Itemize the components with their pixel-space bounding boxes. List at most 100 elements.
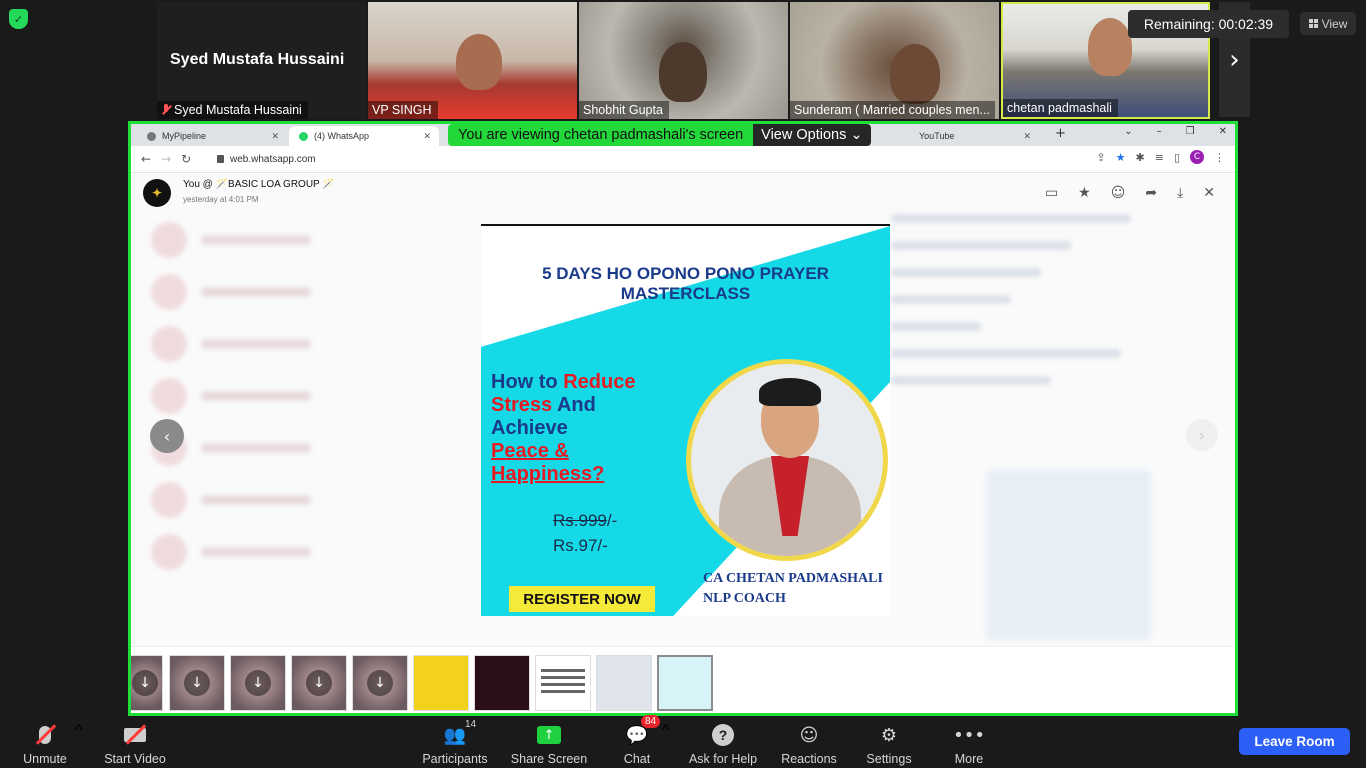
old-price-suffix: /- bbox=[606, 511, 618, 530]
bookmark-star-icon[interactable]: ★ bbox=[1116, 151, 1126, 164]
new-tab-icon[interactable]: + bbox=[1055, 126, 1066, 141]
minimize-icon[interactable]: – bbox=[1157, 126, 1162, 137]
unmute-button[interactable]: Unmute bbox=[20, 720, 70, 766]
chat-icon: 💬 84 bbox=[623, 715, 661, 747]
chat-button[interactable]: 💬 84 Chat bbox=[614, 715, 661, 766]
participant-tile[interactable]: Shobhit Gupta bbox=[579, 2, 788, 119]
close-window-icon[interactable]: ✕ bbox=[1219, 126, 1227, 137]
browser-tab-active[interactable]: (4) WhatsApp ✕ bbox=[289, 126, 439, 146]
shield-check-icon[interactable]: ✓ bbox=[9, 9, 28, 29]
more-button[interactable]: ••• More bbox=[946, 720, 992, 767]
participants-icon: 👥 14 bbox=[443, 719, 477, 746]
media-thumbnail[interactable] bbox=[474, 655, 530, 711]
forward-icon[interactable]: ➦ bbox=[1145, 185, 1157, 201]
back-icon[interactable]: ← bbox=[141, 152, 151, 166]
ask-for-help-button[interactable]: ? Ask for Help bbox=[686, 720, 760, 766]
reload-icon[interactable]: ↻ bbox=[181, 152, 191, 166]
group-avatar[interactable]: ✦ bbox=[143, 179, 171, 207]
next-media-button[interactable]: › bbox=[1186, 419, 1218, 451]
browser-address-bar: ← → ↻ web.whatsapp.com ⇪ ★ ✱ ≡ ▯ C ⋮ bbox=[131, 146, 1235, 173]
headline-text: And bbox=[552, 394, 596, 416]
go-to-message-icon[interactable]: ▭ bbox=[1045, 185, 1058, 201]
media-thumbnail-selected[interactable] bbox=[657, 655, 713, 711]
media-thumbnail[interactable]: ↓ bbox=[352, 655, 408, 711]
leave-room-button[interactable]: Leave Room bbox=[1239, 728, 1350, 755]
share-page-icon[interactable]: ⇪ bbox=[1096, 151, 1105, 164]
media-thumbnail[interactable] bbox=[535, 655, 591, 711]
participant-tile[interactable]: Sunderam ( Married couples men... bbox=[790, 2, 999, 119]
participant-face bbox=[659, 42, 707, 102]
url-field[interactable]: web.whatsapp.com bbox=[217, 150, 316, 168]
chevron-right-icon: › bbox=[1198, 425, 1206, 445]
reading-list-icon[interactable]: ≡ bbox=[1155, 151, 1164, 164]
star-icon[interactable]: ★ bbox=[1078, 185, 1091, 201]
browser-tab[interactable]: YouTube ✕ bbox=[909, 126, 1039, 146]
headline-text: How to bbox=[491, 371, 564, 393]
chevron-up-icon[interactable]: ^ bbox=[75, 722, 83, 740]
share-screen-label: Share Screen bbox=[510, 752, 588, 766]
participant-tile[interactable]: VP SINGH bbox=[368, 2, 577, 119]
media-thumbnail[interactable]: ↓ bbox=[131, 655, 163, 711]
media-thumbnail[interactable] bbox=[596, 655, 652, 711]
nav-buttons: ← → ↻ bbox=[141, 152, 191, 166]
chevron-down-icon[interactable]: ⌄ bbox=[1124, 126, 1132, 137]
previous-media-button[interactable]: ‹ bbox=[150, 419, 184, 453]
share-screen-button[interactable]: ↑ Share Screen bbox=[510, 720, 588, 766]
settings-button[interactable]: ⚙ Settings bbox=[860, 720, 918, 767]
start-video-button[interactable]: Start Video bbox=[100, 720, 170, 766]
browser-tab[interactable]: MyPipeline ✕ bbox=[137, 126, 287, 146]
blurred-chat-list bbox=[151, 214, 451, 578]
poster-image[interactable]: 5 DAYS HO OPONO PONO PRAYER MASTERCLASS … bbox=[481, 224, 890, 616]
media-thumbnail[interactable]: ↓ bbox=[230, 655, 286, 711]
participants-count: 14 bbox=[465, 719, 477, 730]
download-icon[interactable]: ⤓ bbox=[1177, 185, 1183, 201]
view-button[interactable]: View bbox=[1300, 12, 1356, 35]
media-thumbnail[interactable]: ↓ bbox=[291, 655, 347, 711]
kebab-menu-icon[interactable]: ⋮ bbox=[1214, 151, 1225, 164]
help-label: Ask for Help bbox=[688, 752, 758, 766]
close-icon[interactable]: ✕ bbox=[1203, 185, 1215, 201]
profile-avatar[interactable]: C bbox=[1190, 150, 1204, 164]
new-price: Rs.97/- bbox=[553, 536, 608, 555]
tab-label: (4) WhatsApp bbox=[314, 131, 370, 141]
participant-tile[interactable]: Syed Mustafa Hussaini Syed Mustafa Hussa… bbox=[157, 2, 366, 119]
participant-name: chetan padmashali bbox=[1007, 101, 1112, 115]
chevron-up-icon[interactable]: ^ bbox=[662, 722, 670, 740]
participants-button[interactable]: 👥 14 Participants bbox=[420, 719, 490, 766]
gallery-strip: Syed Mustafa Hussaini Syed Mustafa Hussa… bbox=[157, 2, 1210, 119]
whatsapp-icon bbox=[299, 131, 308, 141]
close-icon[interactable]: ✕ bbox=[1023, 131, 1031, 142]
close-icon[interactable]: ✕ bbox=[271, 131, 279, 142]
view-options-button[interactable]: View Options ⌄ bbox=[753, 124, 871, 146]
view-options-label: View Options bbox=[761, 127, 847, 143]
shared-screen: MyPipeline ✕ (4) WhatsApp ✕ YouTube ✕ + … bbox=[128, 121, 1238, 716]
gear-icon bbox=[147, 131, 156, 141]
participant-face bbox=[456, 34, 502, 90]
close-icon[interactable]: ✕ bbox=[423, 131, 431, 142]
window-controls: ⌄ – ❐ ✕ bbox=[1124, 126, 1227, 137]
restore-icon[interactable]: ❐ bbox=[1186, 126, 1195, 137]
media-viewer-tools: ▭ ★ ☺ ➦ ⤓ ✕ bbox=[1045, 185, 1215, 201]
forward-icon[interactable]: → bbox=[161, 152, 171, 166]
register-now-banner: REGISTER NOW bbox=[509, 586, 655, 612]
coach-caption: CA CHETAN PADMASHALI NLP COACH bbox=[703, 569, 883, 609]
participant-face bbox=[1088, 18, 1132, 76]
side-panel-icon[interactable]: ▯ bbox=[1174, 151, 1180, 164]
chevron-left-icon: ‹ bbox=[163, 426, 171, 446]
reactions-icon: ☺ bbox=[799, 724, 819, 746]
media-thumbnail[interactable] bbox=[413, 655, 469, 711]
reactions-button[interactable]: ☺ Reactions bbox=[779, 720, 839, 767]
grid-view-icon bbox=[1308, 19, 1318, 28]
media-thumbnail[interactable]: ↓ bbox=[169, 655, 225, 711]
coach-title: NLP COACH bbox=[703, 591, 786, 606]
react-emoji-icon[interactable]: ☺ bbox=[1111, 185, 1126, 201]
share-banner: You are viewing chetan padmashali's scre… bbox=[448, 124, 871, 146]
download-icon: ↓ bbox=[245, 670, 271, 696]
headline-text: Reduce bbox=[563, 371, 636, 393]
download-icon: ↓ bbox=[306, 670, 332, 696]
coach-photo bbox=[686, 359, 888, 561]
url-text: web.whatsapp.com bbox=[230, 153, 316, 165]
poster-title: 5 DAYS HO OPONO PONO PRAYER MASTERCLASS bbox=[481, 264, 890, 304]
extensions-icon[interactable]: ✱ bbox=[1136, 151, 1145, 164]
blurred-messages bbox=[891, 214, 1151, 403]
